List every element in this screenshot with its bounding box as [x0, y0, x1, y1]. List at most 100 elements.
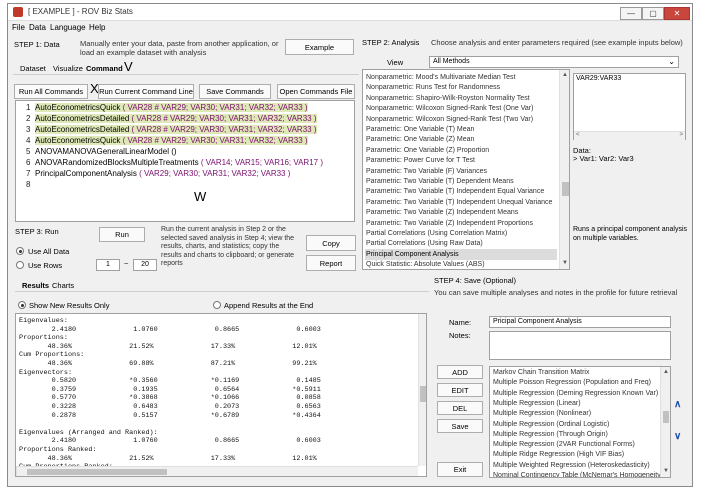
analysis-method-item[interactable]: Parametric: Power Curve for T Test	[365, 155, 557, 166]
scroll-right-icon[interactable]: >	[679, 132, 683, 138]
analysis-method-item[interactable]: Quick Statistic: Absolute Values (ABS)	[365, 259, 557, 269]
app-logo-icon	[13, 7, 23, 17]
view-label: View	[387, 58, 404, 67]
view-select[interactable]: All Methods ⌄	[429, 56, 679, 68]
command-line: 4 AutoEconometricsQuick ( VAR28 # VAR29; …	[26, 136, 308, 145]
saved-analysis-item[interactable]: Multiple Regression (Through Origin)	[493, 431, 608, 438]
analysis-method-item[interactable]: Parametric: One Variable (T) Mean	[365, 124, 557, 135]
saved-analysis-item[interactable]: Multiple Ridge Regression (High VIF Bias…	[493, 451, 624, 458]
analysis-method-item[interactable]: Partial Correlations (Using Raw Data)	[365, 238, 557, 249]
tab-charts[interactable]: Charts	[52, 281, 74, 290]
result-line: Cum Proportions:	[19, 351, 85, 360]
results-output[interactable]: Eigenvalues: 2.4180 1.0760 0.8665 0.6003…	[15, 313, 427, 477]
saved-analysis-item[interactable]: Multiple Regression (2VAR Functional For…	[493, 441, 635, 448]
analysis-method-item[interactable]: Nonparametric: Mood's Multivariate Media…	[365, 72, 557, 83]
tab-divider	[13, 74, 359, 75]
copy-button[interactable]: Copy	[306, 235, 356, 251]
tab-command[interactable]: Command	[86, 64, 123, 73]
command-editor[interactable]: 1 AutoEconometricsQuick ( VAR28 # VAR29; …	[15, 100, 355, 222]
scroll-down-icon[interactable]: ▼	[663, 468, 669, 474]
scroll-up-icon[interactable]: ▲	[663, 369, 669, 375]
tab-visualize[interactable]: Visualize	[53, 64, 83, 73]
analysis-method-item[interactable]: Principal Component Analysis	[365, 248, 557, 260]
example-button[interactable]: Example	[285, 39, 354, 55]
title-bar: [ EXAMPLE ] - ROV Biz Stats — ▢ ✕	[8, 4, 692, 21]
row-from-input[interactable]: 1	[96, 259, 120, 271]
run-current-command-line-button[interactable]: Run Current Command Line	[98, 84, 194, 99]
minimize-button[interactable]: —	[620, 7, 642, 20]
run-all-commands-button[interactable]: Run All Commands	[14, 84, 88, 99]
open-commands-file-button[interactable]: Open Commands File	[277, 84, 355, 99]
use-all-data-radio[interactable]	[16, 247, 24, 255]
analysis-method-item[interactable]: Parametric: Two Variable (T) Independent…	[365, 186, 557, 197]
input-hscrollbar[interactable]: < >	[574, 131, 685, 140]
result-line: 48.36% 69.88% 87.21% 99.21%	[19, 360, 317, 368]
report-button[interactable]: Report	[306, 255, 356, 271]
saved-analysis-item[interactable]: Multiple Regression (Ordinal Logistic)	[493, 421, 609, 428]
menu-language[interactable]: Language	[50, 23, 86, 32]
scroll-down-icon[interactable]: ▼	[562, 260, 568, 266]
notes-textarea[interactable]	[489, 331, 671, 360]
saved-analysis-item[interactable]: Multiple Poisson Regression (Population …	[493, 379, 651, 386]
analysis-method-item[interactable]: Parametric: Two Variable (Z) Independent…	[365, 218, 557, 229]
show-new-results-radio[interactable]	[18, 301, 26, 309]
tab-dataset[interactable]: Dataset	[20, 64, 46, 73]
saved-analysis-item[interactable]: Multiple Regression (Nonlinear)	[493, 410, 591, 417]
append-results-radio[interactable]	[213, 301, 221, 309]
step2-heading: STEP 2: Analysis	[362, 38, 420, 47]
results-vscroll-thumb[interactable]	[420, 386, 426, 402]
save-button[interactable]: Save	[437, 419, 483, 433]
results-vertical-scrollbar[interactable]	[418, 314, 426, 466]
results-horizontal-scrollbar[interactable]	[16, 466, 418, 476]
scroll-up-icon[interactable]: ▲	[562, 72, 568, 78]
menu-data[interactable]: Data	[29, 23, 46, 32]
analysis-input-box[interactable]: VAR29:VAR33 < >	[573, 73, 686, 140]
use-rows-radio[interactable]	[16, 261, 24, 269]
edit-button[interactable]: EDIT	[437, 383, 483, 397]
methods-scroll-thumb[interactable]	[562, 182, 569, 196]
analysis-method-item[interactable]: Partial Correlations (Using Correlation …	[365, 228, 557, 239]
saved-scroll-thumb[interactable]	[663, 411, 669, 423]
menu-file[interactable]: File	[12, 23, 25, 32]
save-commands-button[interactable]: Save Commands	[199, 84, 271, 99]
close-button[interactable]: ✕	[664, 7, 690, 20]
saved-analysis-item[interactable]: Multiple Weighted Regression (Heterosked…	[493, 462, 650, 469]
methods-scrollbar[interactable]: ▲ ▼	[559, 70, 569, 269]
move-up-icon[interactable]: ∧	[674, 399, 681, 410]
analysis-method-item[interactable]: Parametric: Two Variable (Z) Independent…	[365, 207, 557, 218]
analysis-method-item[interactable]: Nonparametric: Runs Test for Randomness	[365, 82, 557, 93]
analysis-method-item[interactable]: Parametric: Two Variable (F) Variances	[365, 166, 557, 177]
result-line: 0.5770 *0.3868 *0.1066 0.0858	[19, 394, 321, 403]
saved-analysis-item[interactable]: Multiple Regression (Linear)	[493, 400, 581, 407]
analysis-method-item[interactable]: Parametric: Two Variable (T) Dependent M…	[365, 176, 557, 187]
result-line: Eigenvalues:	[19, 317, 68, 325]
analysis-methods-list[interactable]: Nonparametric: Mood's Multivariate Media…	[362, 69, 570, 270]
scroll-left-icon[interactable]: <	[576, 132, 580, 138]
saved-analysis-item[interactable]: Multiple Regression (Deming Regression K…	[493, 390, 658, 397]
results-hscroll-thumb[interactable]	[27, 469, 167, 475]
exit-button[interactable]: Exit	[437, 462, 483, 477]
analysis-method-item[interactable]: Parametric: One Variable (Z) Mean	[365, 134, 557, 145]
save-name-input[interactable]: Pricipal Component Analysis	[489, 316, 671, 328]
saved-analysis-item[interactable]: Nominal Contingency Table (McNemar's Hom…	[493, 472, 663, 477]
analysis-method-item[interactable]: Parametric: One Variable (Z) Proportion	[365, 145, 557, 156]
data-variable-tree[interactable]: > Var1: Var2: Var3	[573, 154, 634, 163]
menu-help[interactable]: Help	[89, 23, 105, 32]
saved-analysis-item[interactable]: Markov Chain Transition Matrix	[493, 369, 589, 376]
analysis-method-item[interactable]: Nonparametric: Wilcoxon Signed-Rank Test…	[365, 114, 557, 125]
saved-scrollbar[interactable]: ▲ ▼	[660, 367, 670, 477]
analysis-method-item[interactable]: Parametric: Two Variable (T) Independent…	[365, 197, 557, 208]
run-button[interactable]: Run	[99, 227, 145, 242]
method-description: Runs a principal component analysis on m…	[573, 226, 688, 242]
saved-analyses-list[interactable]: Markov Chain Transition Matrix Multiple P…	[489, 366, 671, 478]
tab-results[interactable]: Results	[22, 281, 49, 290]
delete-button[interactable]: DEL	[437, 401, 483, 415]
add-button[interactable]: ADD	[437, 365, 483, 379]
maximize-button[interactable]: ▢	[642, 7, 664, 20]
menu-bar: File Data Language Help	[8, 22, 692, 35]
result-line: 48.36% 21.52% 17.33% 12.01%	[19, 454, 317, 463]
row-to-input[interactable]: 20	[133, 259, 157, 271]
analysis-method-item[interactable]: Nonparametric: Wilcoxon Signed-Rank Test…	[365, 103, 557, 114]
analysis-method-item[interactable]: Nonparametric: Shapiro-Wilk-Royston Norm…	[365, 93, 557, 104]
move-down-icon[interactable]: ∨	[674, 431, 681, 442]
